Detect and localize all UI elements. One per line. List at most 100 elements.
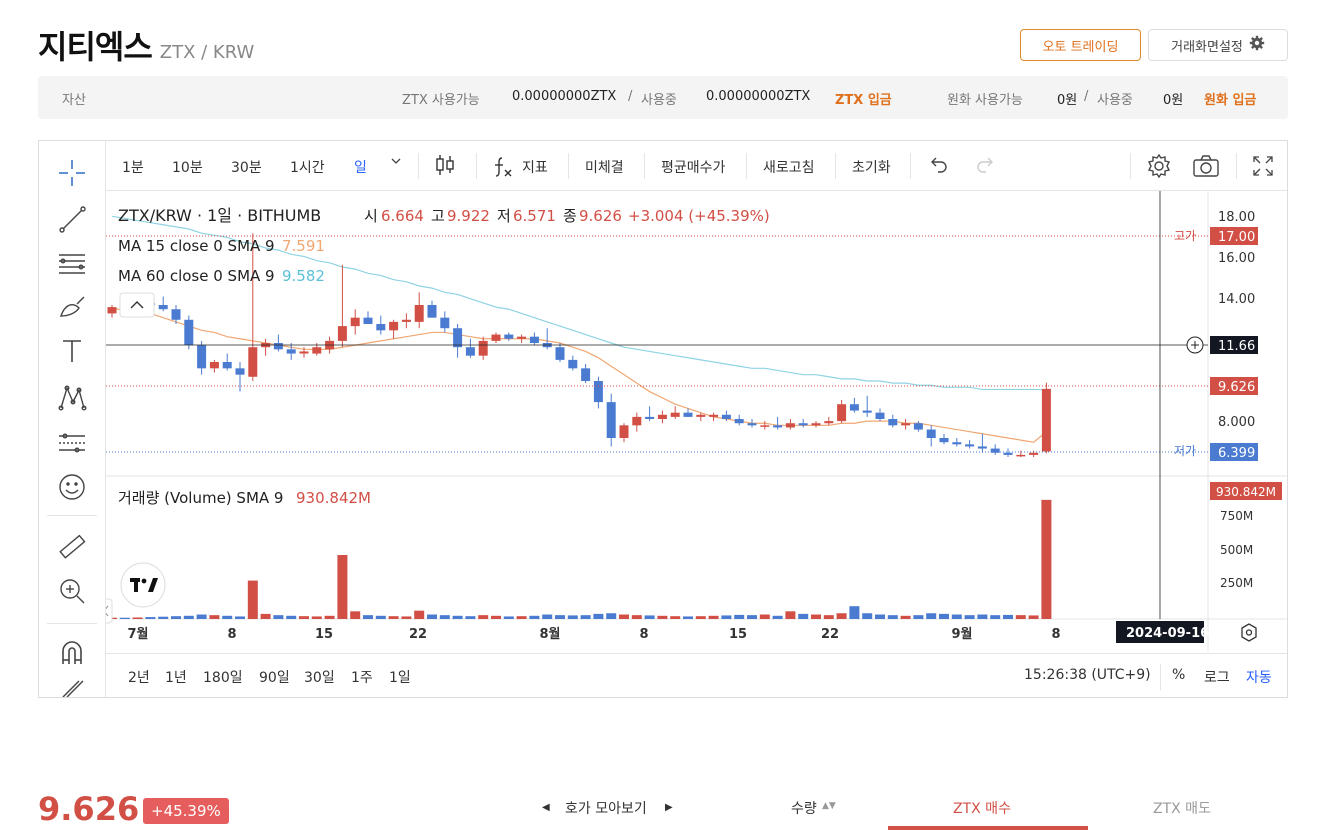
range-1y[interactable]: 1년 [165, 667, 187, 687]
range-30d[interactable]: 30일 [304, 667, 335, 687]
tab-buy[interactable]: ZTX 매수 [953, 798, 1011, 818]
candle [709, 414, 719, 417]
zoom-in-icon[interactable] [56, 575, 88, 607]
clock[interactable]: 15:26:38 (UTC+9) [1024, 667, 1151, 683]
tab-sell[interactable]: ZTX 매도 [1153, 798, 1211, 818]
divider [418, 153, 419, 179]
interval-10m[interactable]: 10분 [172, 157, 203, 177]
volume-bar [708, 615, 719, 619]
sort-icon[interactable]: ▲▼ [822, 801, 836, 811]
time-settings-icon [1241, 623, 1257, 642]
volume-tick: 250M [1220, 576, 1253, 590]
reset-button[interactable]: 초기화 [852, 157, 891, 177]
ruler-icon[interactable] [56, 531, 88, 563]
brush-icon[interactable] [56, 291, 88, 323]
volume-bar [491, 615, 501, 619]
forecast-icon[interactable] [56, 427, 88, 459]
ztx-deposit-link[interactable]: ZTX 입금 [835, 89, 892, 108]
krw-inuse-value: 0원 [1163, 93, 1184, 108]
divider [1130, 153, 1131, 179]
auto-toggle[interactable]: 자동 [1246, 667, 1272, 687]
screen-settings-button[interactable]: 거래화면설정 [1148, 29, 1288, 61]
range-90d[interactable]: 90일 [259, 667, 290, 687]
volume-bar [1015, 615, 1026, 619]
quantity-sort[interactable]: 수량 [791, 798, 817, 818]
krw-deposit-link[interactable]: 원화 입금 [1204, 89, 1256, 108]
volume-bar [849, 606, 860, 619]
log-toggle[interactable]: 로그 [1204, 667, 1230, 687]
volume-bar [132, 617, 143, 619]
indicator-button[interactable]: 지표 [522, 157, 548, 177]
volume-bar [388, 616, 399, 619]
time-tick: 15 [315, 627, 333, 642]
candle [734, 419, 744, 424]
interval-1h[interactable]: 1시간 [290, 157, 325, 177]
volume-bar [772, 615, 783, 619]
volume-bar [900, 615, 911, 619]
price-chart[interactable]: ZTX/KRW · 1일 · BITHUMB 시 6.664 고 9.922 저… [106, 191, 1287, 651]
candle [785, 423, 795, 428]
volume-bar [452, 615, 463, 619]
candle [645, 416, 655, 419]
candle [798, 423, 808, 426]
legend-close: 9.626 [579, 207, 622, 225]
fullscreen-icon[interactable] [1252, 155, 1274, 181]
range-1d[interactable]: 1일 [389, 667, 411, 687]
fib-lines-icon[interactable] [56, 247, 88, 279]
settings-icon[interactable] [1146, 153, 1172, 183]
volume-bar [862, 613, 873, 619]
caret-left-icon[interactable]: ◀ [542, 802, 550, 813]
auto-trading-button[interactable]: 오토 트레이딩 [1020, 29, 1141, 61]
redo-icon[interactable] [976, 156, 996, 178]
candle [760, 425, 770, 427]
unfilled-button[interactable]: 미체결 [585, 157, 624, 177]
percent-toggle[interactable]: % [1172, 667, 1185, 683]
avg-price-button[interactable]: 평균매수가 [661, 157, 725, 177]
volume-bar [990, 615, 1001, 619]
divider [835, 153, 836, 179]
range-180d[interactable]: 180일 [203, 667, 243, 687]
volume-bar [593, 613, 604, 619]
interval-day[interactable]: 일 [354, 157, 367, 177]
volume-bar [503, 616, 514, 619]
pencil-icon[interactable] [56, 679, 88, 697]
high-price-tag: 17.00 [1218, 230, 1255, 245]
legend-o-label: 시 [364, 207, 378, 225]
slash: / [628, 89, 633, 104]
emoji-icon[interactable] [56, 471, 88, 503]
volume-bar [145, 617, 156, 619]
candle [581, 368, 591, 381]
volume-bar [977, 614, 988, 619]
caret-right-icon[interactable]: ▶ [665, 802, 673, 813]
divider [568, 153, 569, 179]
candle [286, 349, 296, 354]
function-icon[interactable] [492, 154, 514, 182]
ma15-value: 7.591 [282, 237, 325, 255]
price-tick: 8.000 [1218, 415, 1255, 430]
volume-bar [516, 616, 527, 619]
crosshair-icon[interactable] [56, 157, 88, 189]
pattern-icon[interactable] [56, 381, 88, 413]
coin-pair: ZTX / KRW [159, 42, 255, 63]
candle-style-icon[interactable] [434, 153, 456, 181]
trend-line-icon[interactable] [56, 203, 88, 235]
candle [350, 317, 360, 327]
candle [478, 340, 488, 356]
refresh-button[interactable]: 새로고침 [763, 157, 815, 177]
candle [184, 319, 194, 346]
interval-30m[interactable]: 30분 [231, 157, 262, 177]
magnet-icon[interactable] [56, 637, 88, 669]
interval-1m[interactable]: 1분 [122, 157, 144, 177]
time-tick: 8월 [539, 626, 560, 642]
orderbook-toggle[interactable]: 호가 모아보기 [565, 798, 647, 818]
candle [888, 419, 898, 426]
candle [1016, 454, 1026, 457]
undo-icon[interactable] [928, 156, 948, 178]
chevron-down-icon[interactable] [390, 155, 402, 171]
range-2y[interactable]: 2년 [128, 667, 150, 687]
range-1w[interactable]: 1주 [351, 667, 373, 687]
camera-icon[interactable] [1192, 154, 1220, 182]
text-tool-icon[interactable] [56, 335, 88, 367]
volume-bar [337, 555, 348, 619]
gear-icon [1249, 35, 1265, 55]
